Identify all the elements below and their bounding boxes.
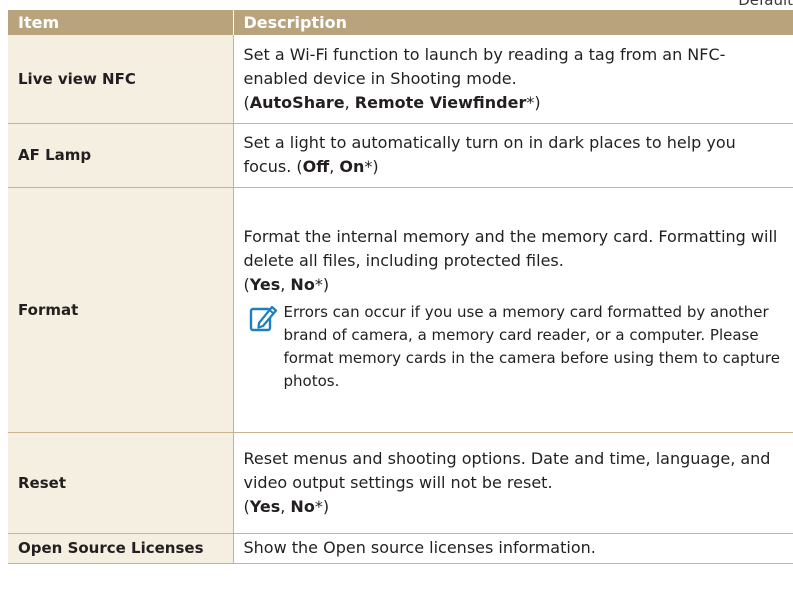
table-row: Reset Reset menus and shooting options. … xyxy=(8,432,793,534)
row-item-open-source-licenses: Open Source Licenses xyxy=(8,533,234,564)
row-item-live-view-nfc: Live view NFC xyxy=(8,35,234,124)
description-text: Format the internal memory and the memor… xyxy=(243,226,778,270)
option-value: Remote Viewfinder xyxy=(354,92,527,112)
description-text: Show the Open source licenses informatio… xyxy=(243,538,596,557)
row-description: Show the Open source licenses informatio… xyxy=(233,533,793,564)
row-item-format: Format xyxy=(8,187,234,433)
option-value: No xyxy=(290,496,315,516)
options-list: (AutoShare, Remote Viewfinder*) xyxy=(243,92,541,112)
settings-page: Default Item Description Live view NFC S… xyxy=(0,0,793,607)
note-text: Errors can occur if you use a memory car… xyxy=(283,302,781,390)
option-value: Off xyxy=(302,157,330,176)
description-text: Reset menus and shooting options. Date a… xyxy=(243,448,771,492)
default-label: Default xyxy=(738,0,793,9)
row-description: Reset menus and shooting options. Date a… xyxy=(233,432,793,534)
row-description: Set a light to automatically turn on in … xyxy=(233,123,793,188)
row-description: Set a Wi-Fi function to launch by readin… xyxy=(233,35,793,124)
options-list: (Yes, No*) xyxy=(243,274,330,294)
options-list: (Off, On*) xyxy=(296,157,379,176)
description-text: Set a Wi-Fi function to launch by readin… xyxy=(243,44,726,88)
row-item-af-lamp: AF Lamp xyxy=(8,123,234,188)
option-value: Yes xyxy=(249,274,281,294)
table-row: AF Lamp Set a light to automatically tur… xyxy=(8,123,793,188)
table-row: Live view NFC Set a Wi-Fi function to la… xyxy=(8,35,793,124)
option-value: On xyxy=(339,157,365,176)
settings-table: Item Description Live view NFC Set a Wi-… xyxy=(8,10,793,564)
table-row: Format Format the internal memory and th… xyxy=(8,187,793,433)
default-marker: * xyxy=(314,496,323,516)
option-value: AutoShare xyxy=(249,92,345,112)
row-item-reset: Reset xyxy=(8,432,234,534)
note-box: Errors can occur if you use a memory car… xyxy=(244,301,788,429)
options-list: (Yes, No*) xyxy=(243,496,330,516)
row-description: Format the internal memory and the memor… xyxy=(233,187,793,433)
default-marker: * xyxy=(526,92,535,112)
option-value: No xyxy=(290,274,315,294)
table-header-row: Item Description xyxy=(8,10,793,35)
note-pencil-icon xyxy=(249,305,277,331)
header-item: Item xyxy=(8,10,234,35)
table-row: Open Source Licenses Show the Open sourc… xyxy=(8,533,793,564)
header-description: Description xyxy=(233,10,793,35)
default-marker: * xyxy=(314,274,323,294)
default-marker: * xyxy=(364,157,373,176)
option-value: Yes xyxy=(249,496,281,516)
